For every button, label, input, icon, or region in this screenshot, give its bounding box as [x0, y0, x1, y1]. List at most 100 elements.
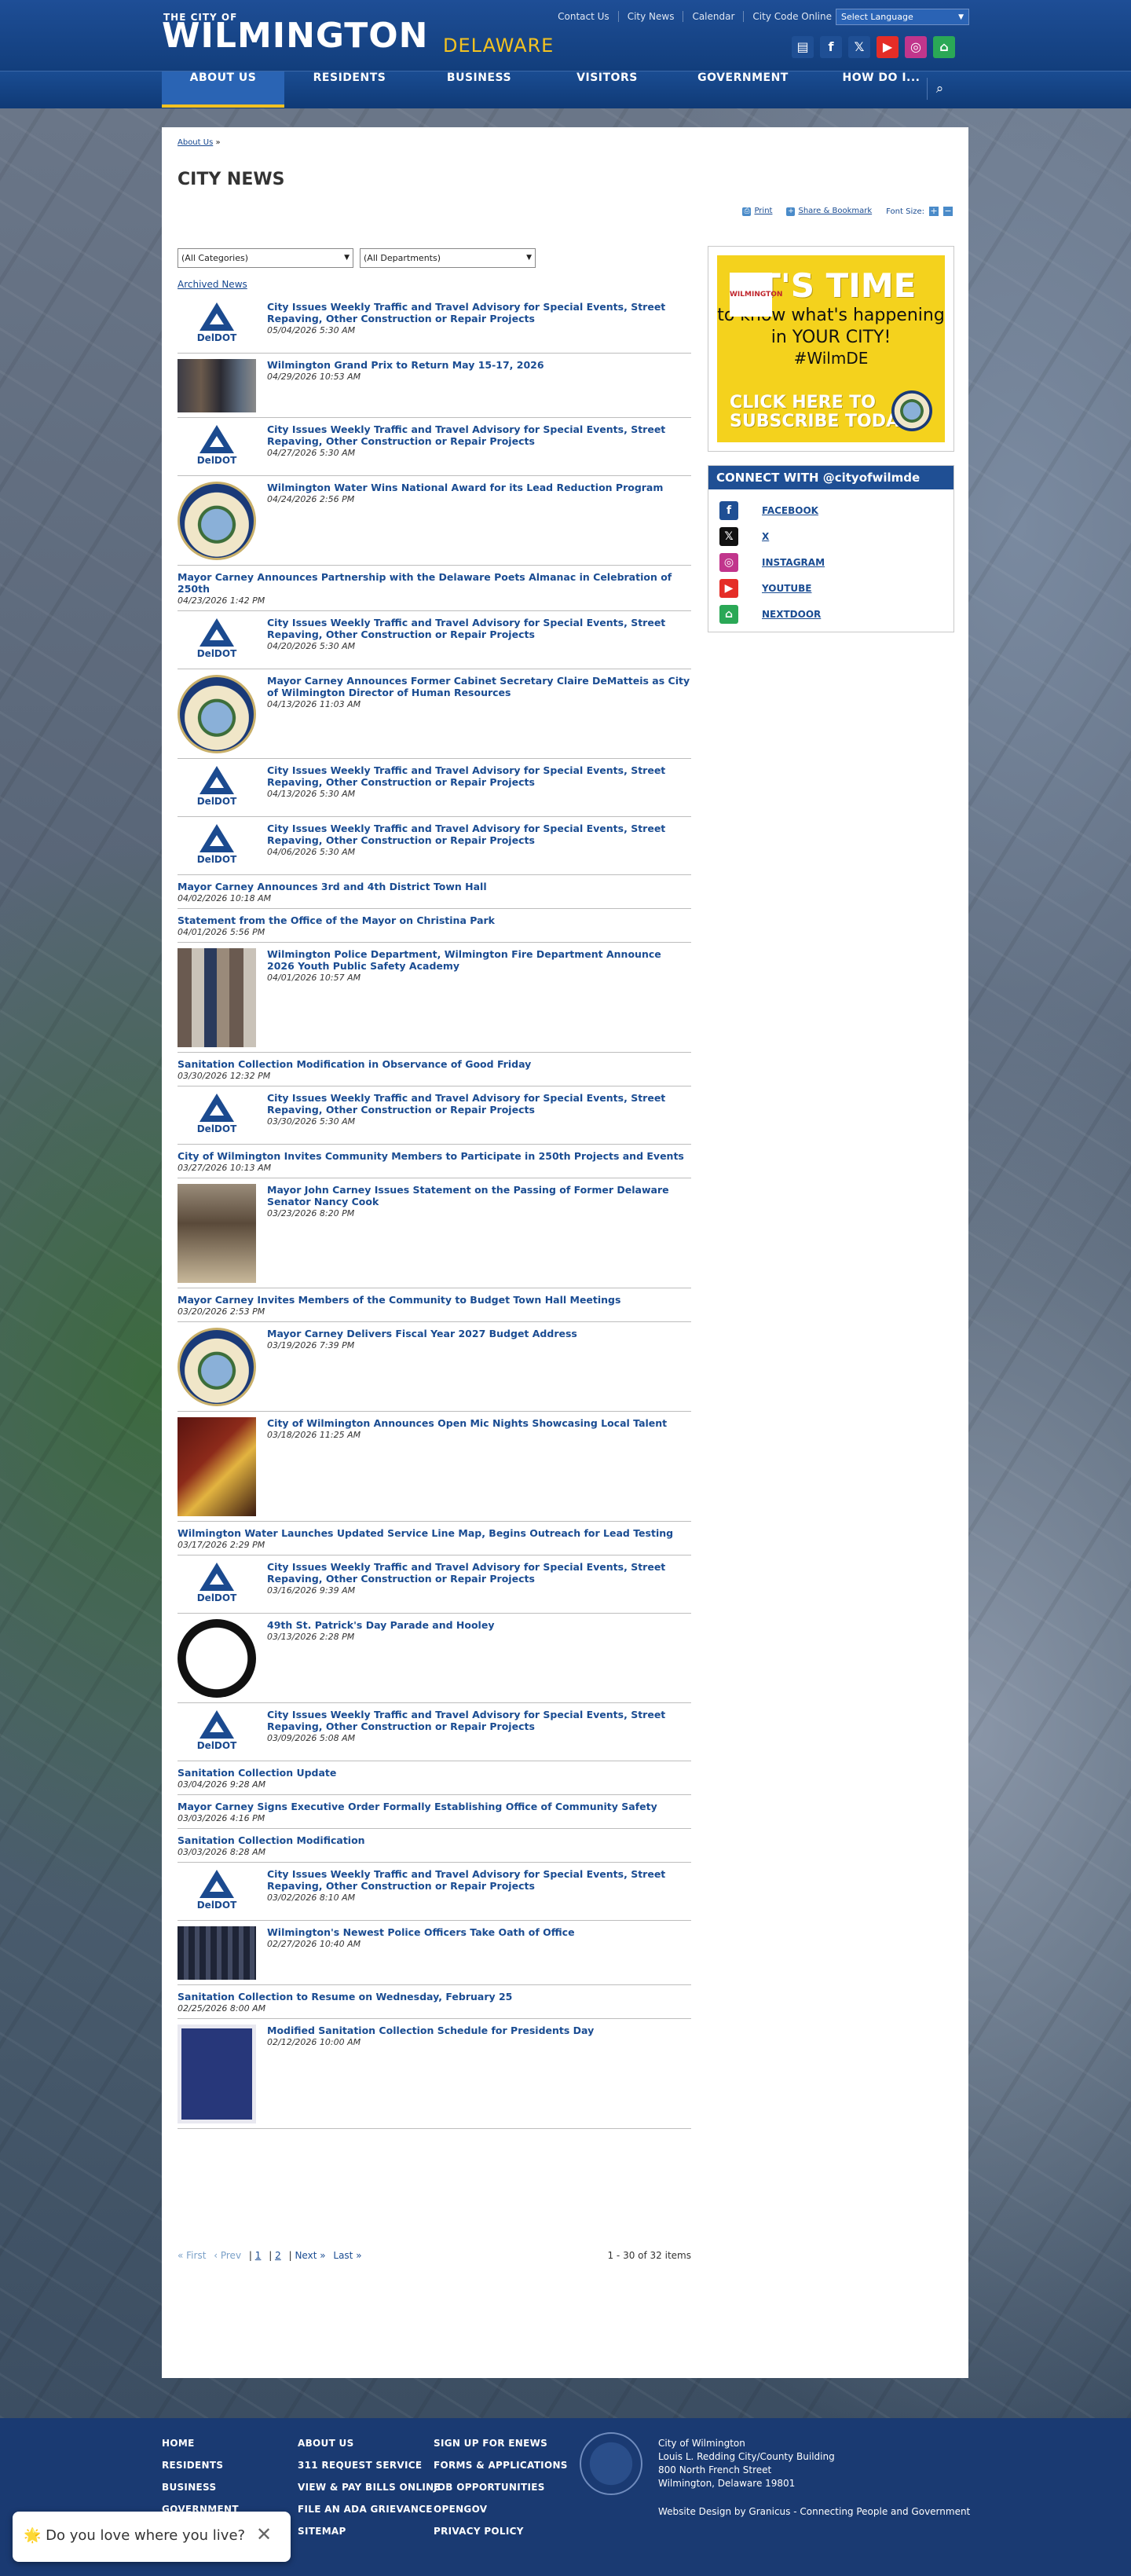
news-title-link[interactable]: Wilmington Water Launches Updated Servic… [178, 1527, 673, 1539]
news-thumbnail[interactable]: DelDOT [178, 1092, 256, 1139]
nav-item[interactable]: ABOUT US [162, 71, 284, 108]
news-title-link[interactable]: Sanitation Collection to Resume on Wedne… [178, 1991, 512, 2003]
connect-item[interactable]: ▶ YOUTUBE [719, 575, 942, 601]
news-thumbnail[interactable] [178, 2025, 256, 2123]
news-title-link[interactable]: Mayor Carney Invites Members of the Comm… [178, 1294, 620, 1306]
top-link[interactable]: City News [617, 11, 683, 22]
connect-item[interactable]: f FACEBOOK [719, 497, 942, 523]
news-title-link[interactable]: Sanitation Collection Update [178, 1767, 336, 1779]
news-thumbnail[interactable] [178, 675, 256, 753]
font-decrease-button[interactable]: − [943, 207, 953, 216]
news-thumbnail[interactable] [178, 1926, 256, 1980]
footer-link[interactable]: FORMS & APPLICATIONS [434, 2460, 568, 2482]
news-title-link[interactable]: City Issues Weekly Traffic and Travel Ad… [267, 301, 691, 324]
logo-wordmark[interactable]: WILMINGTON [162, 19, 429, 53]
nav-item[interactable]: VISITORS [544, 71, 671, 106]
news-thumbnail[interactable]: DelDOT [178, 617, 256, 664]
news-title-link[interactable]: Modified Sanitation Collection Schedule … [267, 2025, 594, 2036]
news-title-link[interactable]: Mayor Carney Announces Partnership with … [178, 571, 691, 595]
news-title-link[interactable]: Wilmington Grand Prix to Return May 15-1… [267, 359, 544, 371]
news-title-link[interactable]: Mayor Carney Delivers Fiscal Year 2027 B… [267, 1328, 577, 1339]
footer-link[interactable]: JOB OPPORTUNITIES [434, 2482, 568, 2504]
nav-item[interactable]: RESIDENTS [284, 71, 415, 106]
footer-link[interactable]: VIEW & PAY BILLS ONLINE [298, 2482, 441, 2504]
news-icon[interactable]: ▤ [792, 36, 814, 58]
footer-link[interactable]: OPENGOV [434, 2504, 568, 2526]
news-title-link[interactable]: Mayor John Carney Issues Statement on th… [267, 1184, 691, 1207]
nextdoor-icon[interactable]: ⌂ [719, 604, 738, 624]
footer-link[interactable]: ABOUT US [298, 2438, 441, 2460]
news-thumbnail[interactable]: DelDOT [178, 1709, 256, 1756]
footer-link[interactable]: HOME [162, 2438, 239, 2460]
top-link[interactable]: City Code Online [743, 11, 840, 22]
connect-link[interactable]: FACEBOOK [762, 505, 818, 516]
font-increase-button[interactable]: + [929, 207, 939, 216]
connect-link[interactable]: YOUTUBE [762, 583, 811, 594]
search-icon[interactable]: ⌕ [927, 78, 952, 100]
language-select[interactable]: Select Language ▼ [836, 9, 969, 25]
logo-state[interactable]: DELAWARE [443, 35, 554, 57]
footer-credit[interactable]: Website Design by Granicus - Connecting … [658, 2506, 970, 2517]
news-thumbnail[interactable] [178, 1417, 256, 1516]
news-thumbnail[interactable]: DelDOT [178, 1868, 256, 1915]
news-title-link[interactable]: City Issues Weekly Traffic and Travel Ad… [267, 1092, 691, 1116]
facebook-icon[interactable]: f [820, 36, 842, 58]
news-title-link[interactable]: Sanitation Collection Modification [178, 1834, 365, 1846]
news-title-link[interactable]: City Issues Weekly Traffic and Travel Ad… [267, 423, 691, 447]
instagram-icon[interactable]: ◎ [719, 552, 738, 572]
news-thumbnail[interactable] [178, 1184, 256, 1283]
breadcrumb-about-us[interactable]: About Us [178, 138, 213, 147]
instagram-icon[interactable]: ◎ [905, 36, 927, 58]
footer-link[interactable]: SITEMAP [298, 2526, 441, 2548]
footer-link[interactable]: BUSINESS [162, 2482, 239, 2504]
news-title-link[interactable]: City Issues Weekly Traffic and Travel Ad… [267, 823, 691, 846]
footer-link[interactable]: RESIDENTS [162, 2460, 239, 2482]
news-title-link[interactable]: Wilmington Water Wins National Award for… [267, 482, 663, 493]
news-title-link[interactable]: City of Wilmington Invites Community Mem… [178, 1150, 684, 1162]
category-select[interactable]: (All Categories) ▼ [178, 248, 353, 268]
last-page-link[interactable]: Last » [333, 2250, 361, 2261]
news-thumbnail[interactable] [178, 482, 256, 560]
news-title-link[interactable]: Wilmington's Newest Police Officers Take… [267, 1926, 575, 1938]
subscribe-banner[interactable]: WILMINGTON IT'S TIME to know what's happ… [708, 246, 954, 452]
news-thumbnail[interactable] [178, 1328, 256, 1406]
connect-item[interactable]: ⌂ NEXTDOOR [719, 601, 942, 627]
nav-item[interactable]: BUSINESS [415, 71, 544, 106]
connect-link[interactable]: NEXTDOOR [762, 609, 821, 620]
archived-news-link[interactable]: Archived News [178, 279, 247, 290]
x-icon[interactable]: 𝕏 [719, 526, 738, 546]
news-title-link[interactable]: City Issues Weekly Traffic and Travel Ad… [267, 1709, 691, 1732]
first-page-link[interactable]: « First [178, 2250, 206, 2261]
connect-link[interactable]: INSTAGRAM [762, 557, 825, 568]
share-button[interactable]: + Share & Bookmark [786, 207, 872, 216]
top-link[interactable]: Contact Us [549, 11, 618, 22]
news-title-link[interactable]: Statement from the Office of the Mayor o… [178, 914, 495, 926]
footer-link[interactable]: 311 REQUEST SERVICE [298, 2460, 441, 2482]
news-title-link[interactable]: Sanitation Collection Modification in Ob… [178, 1058, 531, 1070]
page-link-1[interactable]: 1 [255, 2250, 262, 2261]
page-link-2[interactable]: 2 [275, 2250, 281, 2261]
news-thumbnail[interactable]: DelDOT [178, 823, 256, 870]
news-title-link[interactable]: City Issues Weekly Traffic and Travel Ad… [267, 617, 691, 640]
news-title-link[interactable]: Mayor Carney Announces 3rd and 4th Distr… [178, 881, 487, 892]
news-thumbnail[interactable] [178, 359, 256, 412]
youtube-icon[interactable]: ▶ [719, 578, 738, 598]
news-thumbnail[interactable]: DelDOT [178, 1561, 256, 1608]
close-icon[interactable]: ✕ [256, 2523, 272, 2545]
nextdoor-icon[interactable]: ⌂ [933, 36, 955, 58]
news-title-link[interactable]: Mayor Carney Announces Former Cabinet Se… [267, 675, 691, 698]
nav-item[interactable]: GOVERNMENT [671, 71, 815, 106]
news-thumbnail[interactable]: DelDOT [178, 423, 256, 471]
top-link[interactable]: Calendar [683, 11, 743, 22]
prev-page-link[interactable]: ‹ Prev [214, 2250, 241, 2261]
news-thumbnail[interactable] [178, 1619, 256, 1698]
next-page-link[interactable]: Next » [295, 2250, 325, 2261]
connect-item[interactable]: 𝕏X [719, 523, 942, 549]
news-title-link[interactable]: City Issues Weekly Traffic and Travel Ad… [267, 1868, 691, 1892]
youtube-icon[interactable]: ▶ [877, 36, 899, 58]
news-title-link[interactable]: City Issues Weekly Traffic and Travel Ad… [267, 1561, 691, 1585]
news-title-link[interactable]: Mayor Carney Signs Executive Order Forma… [178, 1801, 657, 1812]
news-thumbnail[interactable] [178, 948, 256, 1047]
connect-item[interactable]: ◎ INSTAGRAM [719, 549, 942, 575]
department-select[interactable]: (All Departments) ▼ [360, 248, 536, 268]
